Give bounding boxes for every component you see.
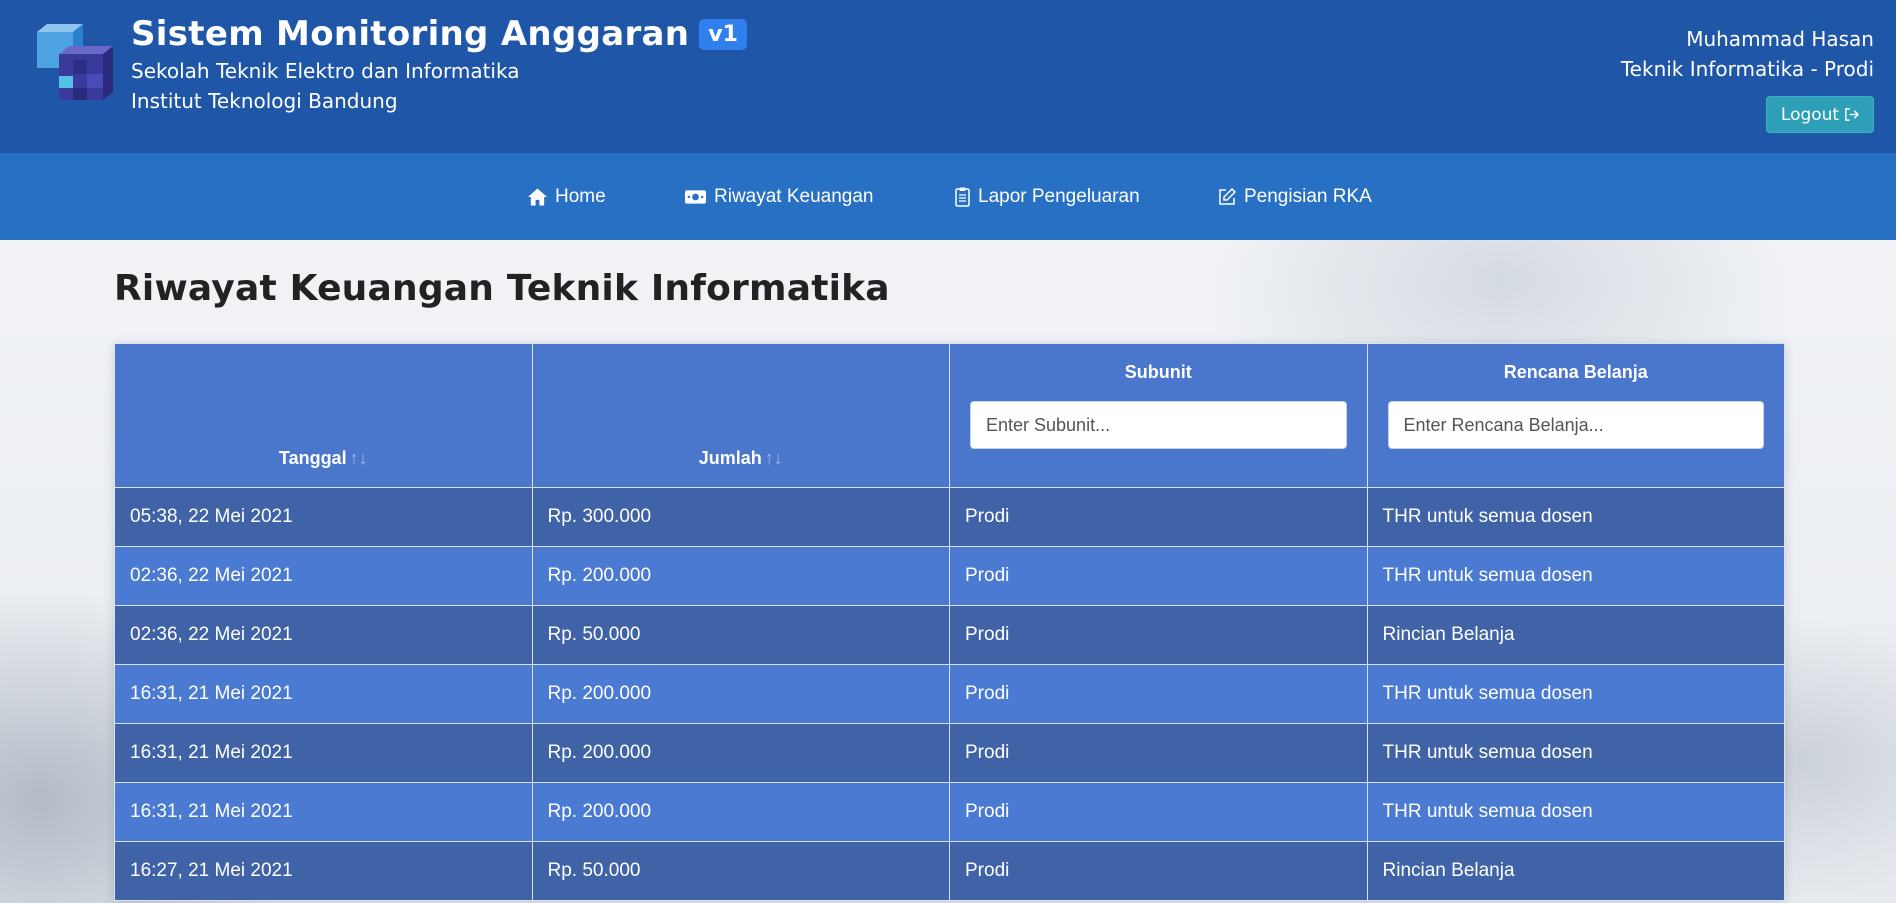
nav-rka-label: Pengisian RKA [1244,185,1372,207]
faculty-subtitle: Sekolah Teknik Elektro dan Informatika [131,59,520,83]
cell-tanggal: 16:31, 21 Mei 2021 [114,723,533,783]
table-header-row: Tanggal↑↓ Jumlah↑↓ Subunit Rencana Belan… [114,343,1785,488]
finance-history-table: Tanggal↑↓ Jumlah↑↓ Subunit Rencana Belan… [114,343,1785,901]
column-header-rencana-belanja: Rencana Belanja [1366,343,1785,488]
logout-icon [1845,108,1860,121]
cell-rencana: THR untuk semua dosen [1366,487,1785,547]
jumlah-header-label: Jumlah [698,448,762,468]
rencana-header-label: Rencana Belanja [1503,362,1648,382]
table-row[interactable]: 02:36, 22 Mei 2021 Rp. 50.000 Prodi Rinc… [114,605,1785,665]
cell-subunit: Prodi [949,546,1368,606]
column-header-subunit: Subunit [949,343,1368,488]
cell-jumlah: Rp. 50.000 [531,605,950,665]
cell-tanggal: 16:31, 21 Mei 2021 [114,664,533,724]
cell-subunit: Prodi [949,487,1368,547]
cell-rencana: THR untuk semua dosen [1366,723,1785,783]
sort-icon[interactable]: ↑↓ [765,448,783,468]
logout-button[interactable]: Logout [1766,96,1874,133]
table-row[interactable]: 16:31, 21 Mei 2021 Rp. 200.000 Prodi THR… [114,782,1785,842]
logout-label: Logout [1780,104,1840,125]
institute-subtitle: Institut Teknologi Bandung [131,89,398,113]
cell-tanggal: 02:36, 22 Mei 2021 [114,605,533,665]
user-name: Muhammad Hasan [1686,27,1874,51]
column-header-tanggal[interactable]: Tanggal ↑↓ [114,343,533,488]
cell-jumlah: Rp. 200.000 [531,723,950,783]
tanggal-header-label: Tanggal [278,448,347,468]
cell-rencana: THR untuk semua dosen [1366,664,1785,724]
clipboard-icon [955,187,970,207]
cell-tanggal: 02:36, 22 Mei 2021 [114,546,533,606]
cell-rencana: THR untuk semua dosen [1366,782,1785,842]
subunit-filter-input[interactable] [970,401,1347,449]
table-row[interactable]: 16:31, 21 Mei 2021 Rp. 200.000 Prodi THR… [114,723,1785,783]
cell-tanggal: 16:27, 21 Mei 2021 [114,841,533,901]
cell-tanggal: 16:31, 21 Mei 2021 [114,782,533,842]
subunit-header-label: Subunit [1124,362,1192,382]
nav-lapor-pengeluaran[interactable]: Lapor Pengeluaran [955,153,1140,240]
home-icon [528,187,547,206]
sort-icon[interactable]: ↑↓ [350,448,368,468]
nav-home-label: Home [555,185,606,207]
cell-jumlah: Rp. 50.000 [531,841,950,901]
nav-riwayat-label: Riwayat Keuangan [714,185,874,207]
cell-jumlah: Rp. 200.000 [531,546,950,606]
cell-subunit: Prodi [949,664,1368,724]
cell-jumlah: Rp. 200.000 [531,782,950,842]
table-row[interactable]: 05:38, 22 Mei 2021 Rp. 300.000 Prodi THR… [114,487,1785,547]
cell-subunit: Prodi [949,782,1368,842]
money-icon [685,189,706,204]
cell-subunit: Prodi [949,723,1368,783]
table-row[interactable]: 02:36, 22 Mei 2021 Rp. 200.000 Prodi THR… [114,546,1785,606]
main-navbar: Home Riwayat Keuangan Lapor Pengeluaran … [0,153,1896,240]
nav-home[interactable]: Home [528,153,606,240]
table-row[interactable]: 16:27, 21 Mei 2021 Rp. 50.000 Prodi Rinc… [114,841,1785,901]
cell-jumlah: Rp. 200.000 [531,664,950,724]
page-title: Riwayat Keuangan Teknik Informatika [114,268,890,309]
cell-jumlah: Rp. 300.000 [531,487,950,547]
rencana-filter-input[interactable] [1387,401,1764,449]
version-badge: v1 [699,18,747,50]
cell-rencana: THR untuk semua dosen [1366,546,1785,606]
nav-lapor-label: Lapor Pengeluaran [978,185,1140,207]
edit-icon [1219,187,1236,205]
user-role: Teknik Informatika - Prodi [1620,57,1874,81]
app-title: Sistem Monitoring Anggaran [131,14,690,54]
nav-riwayat-keuangan[interactable]: Riwayat Keuangan [685,153,874,240]
cell-tanggal: 05:38, 22 Mei 2021 [114,487,533,547]
table-row[interactable]: 16:31, 21 Mei 2021 Rp. 200.000 Prodi THR… [114,664,1785,724]
nav-pengisian-rka[interactable]: Pengisian RKA [1218,153,1372,240]
site-header: Sistem Monitoring Anggaran v1 Sekolah Te… [0,0,1896,153]
cell-subunit: Prodi [949,605,1368,665]
cell-rencana: Rincian Belanja [1366,841,1785,901]
cell-subunit: Prodi [949,841,1368,901]
cell-rencana: Rincian Belanja [1366,605,1785,665]
cube-logo-icon [37,24,113,100]
column-header-jumlah[interactable]: Jumlah ↑↓ [531,343,950,488]
